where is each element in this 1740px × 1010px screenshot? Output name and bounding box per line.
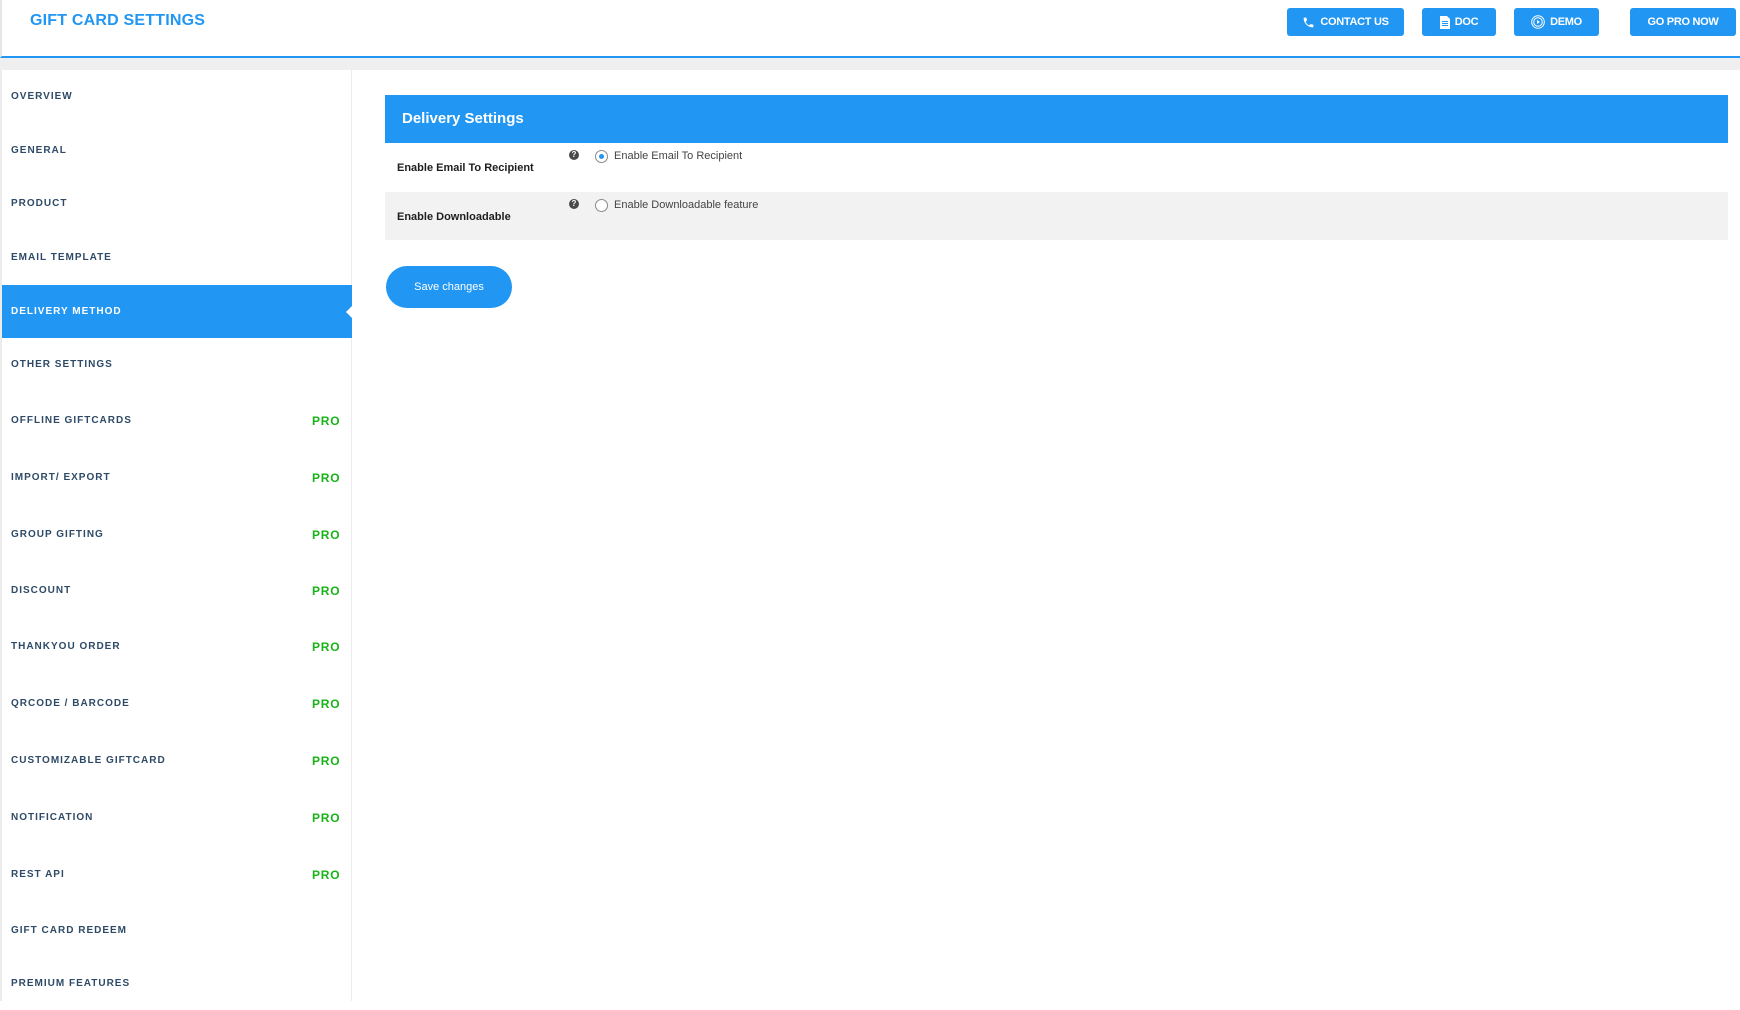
pro-badge: PRO: [312, 810, 341, 825]
sidebar-item-label: OTHER SETTINGS: [11, 359, 113, 370]
sidebar-item-label: PRODUCT: [11, 198, 68, 209]
sidebar-item-discount[interactable]: DISCOUNT PRO: [2, 564, 352, 617]
pro-badge: PRO: [312, 583, 341, 598]
sidebar-item-overview[interactable]: OVERVIEW: [2, 70, 352, 123]
sidebar-item-label: REST API: [11, 869, 65, 880]
sidebar-item-label: CUSTOMIZABLE GIFTCARD: [11, 755, 166, 766]
sidebar-item-label: OVERVIEW: [11, 91, 73, 102]
sidebar-item-label: GIFT CARD REDEEM: [11, 925, 127, 936]
go-pro-label: GO PRO NOW: [1647, 16, 1719, 28]
setting-row-downloadable: Enable Downloadable ? Enable Downloadabl…: [385, 192, 1728, 240]
sidebar-item-label: THANKYOU ORDER: [11, 641, 121, 652]
sidebar-item-offline-giftcards[interactable]: OFFLINE GIFTCARDS PRO: [2, 394, 352, 447]
delivery-settings-header: Delivery Settings: [385, 95, 1728, 143]
sidebar-item-group-gifting[interactable]: GROUP GIFTING PRO: [2, 508, 352, 561]
sidebar-item-email-template[interactable]: EMAIL TEMPLATE: [2, 231, 352, 284]
doc-label: DOC: [1454, 16, 1479, 28]
pro-badge: PRO: [312, 470, 341, 485]
sidebar-item-thankyou-order[interactable]: THANKYOU ORDER PRO: [2, 620, 352, 673]
sidebar-item-label: PREMIUM FEATURES: [11, 978, 131, 989]
pro-badge: PRO: [312, 867, 341, 882]
pro-badge: PRO: [312, 696, 341, 711]
help-icon[interactable]: ?: [569, 199, 579, 209]
enable-email-radio-label[interactable]: Enable Email To Recipient: [614, 150, 742, 162]
document-icon: [1439, 15, 1450, 29]
sidebar-item-notification[interactable]: NOTIFICATION PRO: [2, 791, 352, 844]
phone-icon: [1302, 16, 1315, 29]
enable-downloadable-radio-label[interactable]: Enable Downloadable feature: [614, 199, 758, 211]
go-pro-now-button[interactable]: GO PRO NOW: [1630, 8, 1736, 36]
pro-badge: PRO: [312, 753, 341, 768]
sidebar-item-label: EMAIL TEMPLATE: [11, 252, 112, 263]
enable-email-radio[interactable]: [595, 150, 608, 163]
sidebar-item-gift-card-redeem[interactable]: GIFT CARD REDEEM: [2, 904, 352, 957]
setting-row-email-to-recipient: Enable Email To Recipient ? Enable Email…: [385, 143, 1728, 191]
sidebar-item-delivery-method[interactable]: DELIVERY METHOD: [2, 285, 352, 338]
demo-label: DEMO: [1550, 16, 1582, 28]
sidebar-item-label: GROUP GIFTING: [11, 529, 104, 540]
sidebar-item-import-export[interactable]: IMPORT/ EXPORT PRO: [2, 451, 352, 504]
pro-badge: PRO: [312, 527, 341, 542]
section-title: Delivery Settings: [402, 110, 524, 127]
sidebar-item-other-settings[interactable]: OTHER SETTINGS: [2, 338, 352, 391]
doc-button[interactable]: DOC: [1422, 8, 1496, 36]
sidebar-item-label: OFFLINE GIFTCARDS: [11, 415, 132, 426]
sidebar-item-customizable-giftcard[interactable]: CUSTOMIZABLE GIFTCARD PRO: [2, 734, 352, 787]
sidebar-item-qrcode-barcode[interactable]: QRCODE / BARCODE PRO: [2, 677, 352, 730]
sidebar-item-label: DISCOUNT: [11, 585, 72, 596]
help-icon[interactable]: ?: [569, 150, 579, 160]
header-divider-strip: [0, 58, 1740, 70]
demo-button[interactable]: DEMO: [1514, 8, 1599, 36]
sidebar-nav: OVERVIEW GENERAL PRODUCT EMAIL TEMPLATE …: [2, 70, 352, 1001]
pro-badge: PRO: [312, 413, 341, 428]
sidebar-item-label: DELIVERY METHOD: [11, 306, 122, 317]
sidebar-item-general[interactable]: GENERAL: [2, 124, 352, 177]
setting-label: Enable Email To Recipient: [397, 162, 534, 174]
top-header: GIFT CARD SETTINGS CONTACT US DOC DEMO G…: [0, 0, 1740, 58]
sidebar-item-label: IMPORT/ EXPORT: [11, 472, 111, 483]
sidebar-item-premium-features[interactable]: PREMIUM FEATURES: [2, 957, 352, 1010]
setting-label: Enable Downloadable: [397, 211, 511, 223]
play-circle-icon: [1531, 15, 1545, 29]
save-changes-button[interactable]: Save changes: [386, 266, 512, 308]
pro-badge: PRO: [312, 639, 341, 654]
contact-us-label: CONTACT US: [1320, 16, 1389, 28]
page-title: GIFT CARD SETTINGS: [30, 12, 206, 29]
sidebar-item-product[interactable]: PRODUCT: [2, 177, 352, 230]
sidebar-item-label: QRCODE / BARCODE: [11, 698, 130, 709]
contact-us-button[interactable]: CONTACT US: [1287, 8, 1404, 36]
sidebar-item-label: NOTIFICATION: [11, 812, 94, 823]
sidebar-item-rest-api[interactable]: REST API PRO: [2, 848, 352, 901]
enable-downloadable-radio[interactable]: [595, 199, 608, 212]
sidebar-item-label: GENERAL: [11, 145, 67, 156]
